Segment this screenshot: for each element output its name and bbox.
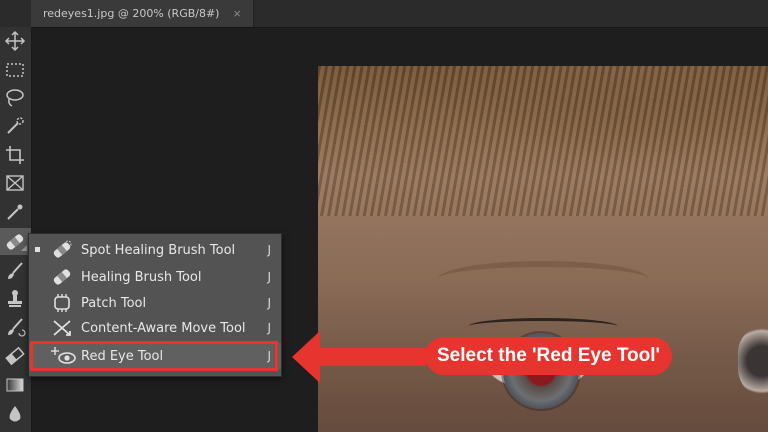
flyout-item-label: Patch Tool — [81, 296, 147, 311]
flyout-item-label: Healing Brush Tool — [81, 270, 202, 285]
quick-selection-icon[interactable] — [0, 112, 31, 139]
brush-icon[interactable] — [0, 257, 31, 284]
gradient-icon[interactable] — [0, 371, 31, 398]
document-tab-title: redeyes1.jpg @ 200% (RGB/8#) — [43, 7, 220, 20]
lasso-icon[interactable] — [0, 84, 31, 111]
close-icon[interactable]: × — [233, 6, 241, 21]
flyout-item-label: Spot Healing Brush Tool — [81, 243, 236, 258]
flyout-item-spot-healing-brush[interactable]: Spot Healing Brush Tool J — [29, 237, 281, 263]
flyout-item-content-aware-move[interactable]: Content-Aware Move Tool J — [29, 315, 281, 341]
document-tab[interactable]: redeyes1.jpg @ 200% (RGB/8#) × — [31, 0, 254, 27]
document-tab-bar: redeyes1.jpg @ 200% (RGB/8#) × — [0, 0, 768, 28]
frame-icon[interactable] — [0, 169, 31, 196]
flyout-item-healing-brush[interactable]: Healing Brush Tool J — [29, 264, 281, 290]
flyout-item-shortcut: J — [267, 243, 271, 257]
eyedropper-icon[interactable] — [0, 198, 31, 225]
tool-group-indicator — [21, 245, 27, 251]
callout-label: Select the 'Red Eye Tool' — [425, 337, 673, 375]
history-brush-icon[interactable] — [0, 313, 31, 340]
clone-stamp-icon[interactable] — [0, 285, 31, 312]
move-icon[interactable] — [0, 27, 31, 54]
callout-arrow-icon — [292, 331, 426, 383]
photo-hair — [318, 66, 768, 216]
flyout-item-shortcut: J — [267, 270, 271, 284]
blur-icon[interactable] — [0, 400, 31, 427]
current-tool-indicator — [35, 247, 40, 252]
flyout-item-shortcut: J — [267, 296, 271, 310]
flyout-item-shortcut: J — [267, 321, 271, 335]
rectangular-marquee-icon[interactable] — [0, 56, 31, 83]
flyout-item-patch[interactable]: Patch Tool J — [29, 290, 281, 316]
photo-second-eye — [738, 326, 768, 396]
healing-brush-icon — [51, 267, 73, 292]
red-eye-highlight-box — [30, 341, 278, 371]
spot-healing-brush-icon[interactable] — [0, 228, 31, 255]
spot-healing-brush-icon — [51, 240, 73, 265]
eraser-icon[interactable] — [0, 342, 31, 369]
flyout-item-label: Content-Aware Move Tool — [81, 321, 246, 336]
content-aware-move-icon — [51, 318, 73, 343]
crop-icon[interactable] — [0, 141, 31, 168]
